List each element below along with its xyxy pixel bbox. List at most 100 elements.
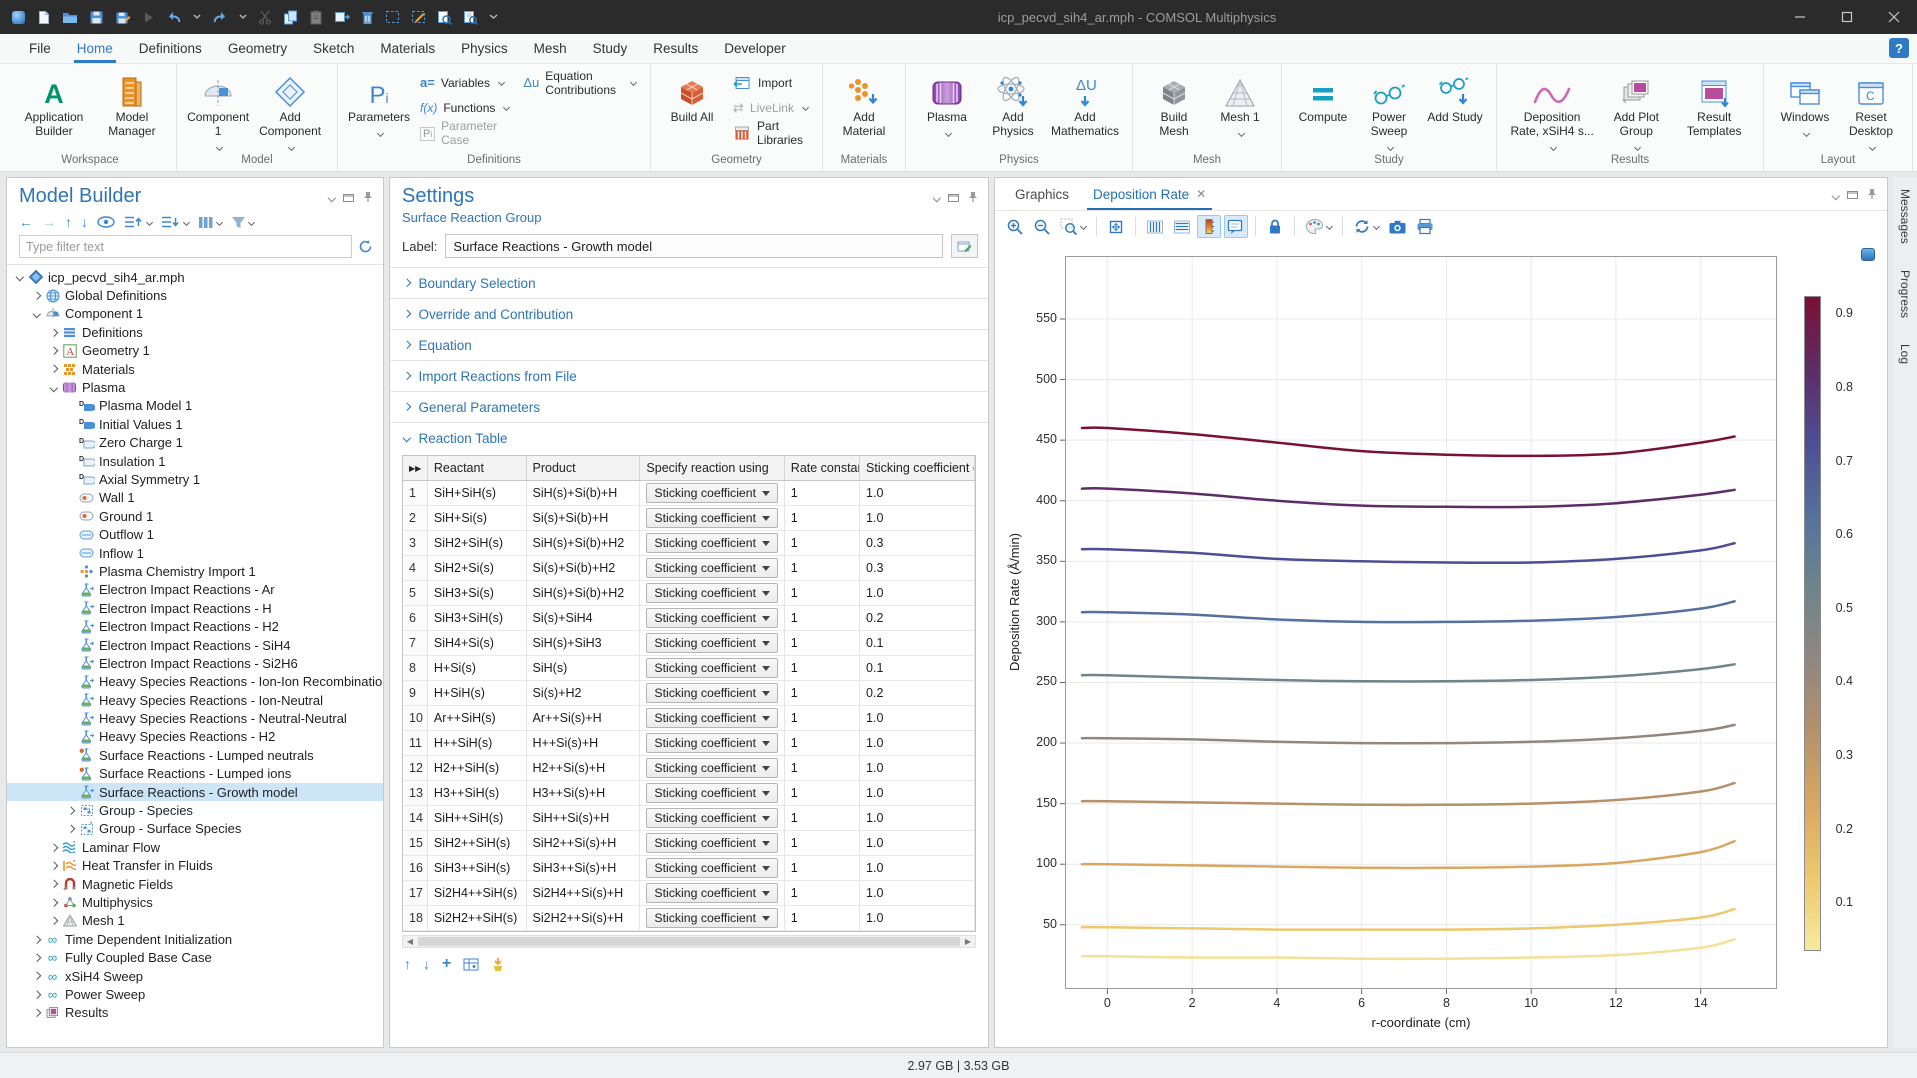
specify-reaction-dropdown[interactable]: Sticking coefficient bbox=[646, 808, 777, 828]
tree-item[interactable]: Plasma Chemistry Import 1 bbox=[7, 562, 383, 580]
reactant-cell[interactable]: H++SiH(s) bbox=[427, 731, 526, 756]
tree-item[interactable]: DPlasma Model 1 bbox=[7, 397, 383, 415]
add-plot-group-button[interactable]: Add Plot Group bbox=[1599, 68, 1673, 148]
equation-contributions-button[interactable]: ΔuEquation Contributions bbox=[519, 70, 640, 95]
tree-item[interactable]: Materials bbox=[7, 360, 383, 378]
zoom-out-button[interactable] bbox=[1030, 215, 1054, 238]
model-manager-button[interactable]: Model Manager bbox=[96, 68, 168, 139]
tree-expander[interactable] bbox=[47, 845, 61, 851]
sticking-coefficient-cell[interactable]: 1.0 bbox=[860, 706, 975, 731]
specify-reaction-dropdown[interactable]: Sticking coefficient bbox=[646, 683, 777, 703]
product-cell[interactable]: H2++Si(s)+H bbox=[526, 756, 640, 781]
lock-axes-button[interactable] bbox=[1263, 215, 1287, 238]
build-mesh-button[interactable]: Build Mesh bbox=[1141, 68, 1207, 139]
open-file-icon[interactable] bbox=[62, 10, 78, 24]
dock-tab-progress[interactable]: Progress bbox=[1898, 266, 1912, 322]
add-mathematics-button[interactable]: ΔUAdd Mathematics bbox=[1046, 68, 1124, 139]
reactant-cell[interactable]: Ar++SiH(s) bbox=[427, 706, 526, 731]
parameter-case-button[interactable]: PiParameter Case bbox=[416, 120, 513, 145]
zoom-extents-button[interactable] bbox=[1104, 215, 1128, 238]
part-libraries-button[interactable]: Part Libraries bbox=[729, 120, 812, 145]
table-row[interactable]: 7SiH4+Si(s)SiH(s)+SiH3Sticking coefficie… bbox=[403, 631, 975, 656]
import-button[interactable]: Import bbox=[729, 70, 812, 95]
tree-item[interactable]: Heavy Species Reactions - Neutral-Neutra… bbox=[7, 709, 383, 727]
rate-constant-cell[interactable]: 1 bbox=[784, 781, 859, 806]
tree-expander[interactable] bbox=[13, 274, 27, 280]
specify-reaction-dropdown[interactable]: Sticking coefficient bbox=[646, 558, 777, 578]
compute-button[interactable]: Compute bbox=[1290, 68, 1356, 125]
specify-reaction-dropdown[interactable]: Sticking coefficient bbox=[646, 708, 777, 728]
plot-area[interactable] bbox=[1065, 256, 1777, 989]
column-header[interactable]: Reactant bbox=[427, 456, 526, 481]
reactant-cell[interactable]: H+SiH(s) bbox=[427, 681, 526, 706]
pin-panel-icon[interactable] bbox=[968, 191, 978, 203]
maximize-button[interactable] bbox=[1823, 0, 1870, 34]
rate-constant-cell[interactable]: 1 bbox=[784, 756, 859, 781]
product-cell[interactable]: SiH(s)+SiH3 bbox=[526, 631, 640, 656]
table-row[interactable]: 5SiH3+Si(s)SiH(s)+Si(b)+H2Sticking coeff… bbox=[403, 581, 975, 606]
sticking-coefficient-cell[interactable]: 1.0 bbox=[860, 781, 975, 806]
build-all-button[interactable]: Build All bbox=[659, 68, 725, 125]
redo-icon[interactable] bbox=[212, 10, 228, 24]
section-boundary-selection[interactable]: Boundary Selection bbox=[390, 267, 988, 298]
sticking-coefficient-cell[interactable]: 0.2 bbox=[860, 681, 975, 706]
product-cell[interactable]: Si(s)+Si(b)+H bbox=[526, 506, 640, 531]
show-icon[interactable] bbox=[97, 216, 115, 228]
product-cell[interactable]: Si2H4++Si(s)+H bbox=[526, 881, 640, 906]
tree-item[interactable]: Mesh 1 bbox=[7, 912, 383, 930]
section-general-parameters[interactable]: General Parameters bbox=[390, 391, 988, 422]
product-cell[interactable]: Si(s)+Si(b)+H2 bbox=[526, 556, 640, 581]
color-palette-button[interactable] bbox=[1302, 215, 1335, 238]
snapshot-camera-button[interactable] bbox=[1385, 215, 1410, 238]
section-reaction-table[interactable]: Reaction Table bbox=[390, 422, 988, 453]
reactant-cell[interactable]: SiH+Si(s) bbox=[427, 506, 526, 531]
move-up-button[interactable]: ↑ bbox=[404, 956, 411, 972]
menu-tab-developer[interactable]: Developer bbox=[711, 34, 799, 63]
product-cell[interactable]: SiH++Si(s)+H bbox=[526, 806, 640, 831]
tree-item[interactable]: Global Definitions bbox=[7, 286, 383, 304]
specify-reaction-dropdown[interactable]: Sticking coefficient bbox=[646, 633, 777, 653]
find-icon[interactable] bbox=[437, 10, 452, 25]
tree-item[interactable]: *Group - Surface Species bbox=[7, 820, 383, 838]
reactant-cell[interactable]: SiH+SiH(s) bbox=[427, 481, 526, 506]
sticking-coefficient-cell[interactable]: 0.2 bbox=[860, 606, 975, 631]
add-material-button[interactable]: Add Material bbox=[831, 68, 897, 139]
sticking-coefficient-cell[interactable]: 0.3 bbox=[860, 556, 975, 581]
menu-tab-physics[interactable]: Physics bbox=[448, 34, 521, 63]
filter-funnel-icon[interactable] bbox=[231, 216, 254, 229]
minimize-button[interactable] bbox=[1776, 0, 1823, 34]
rate-constant-cell[interactable]: 1 bbox=[784, 581, 859, 606]
save-as-icon[interactable] bbox=[115, 10, 131, 25]
menu-tab-geometry[interactable]: Geometry bbox=[215, 34, 300, 63]
rate-constant-cell[interactable]: 1 bbox=[784, 706, 859, 731]
tree-item[interactable]: DAxial Symmetry 1 bbox=[7, 470, 383, 488]
sticking-coefficient-cell[interactable]: 1.0 bbox=[860, 831, 975, 856]
add-physics-button[interactable]: Add Physics bbox=[980, 68, 1046, 139]
rate-constant-cell[interactable]: 1 bbox=[784, 831, 859, 856]
rate-constant-cell[interactable]: 1 bbox=[784, 506, 859, 531]
specify-reaction-dropdown[interactable]: Sticking coefficient bbox=[646, 533, 777, 553]
tree-expander[interactable] bbox=[30, 973, 44, 979]
menu-tab-home[interactable]: Home bbox=[64, 34, 126, 63]
mesh-1-button[interactable]: Mesh 1 bbox=[1207, 68, 1273, 134]
reactant-cell[interactable]: SiH3++SiH(s) bbox=[427, 856, 526, 881]
clear-box-icon[interactable] bbox=[411, 10, 426, 24]
parameters-button[interactable]: PiParameters bbox=[346, 68, 412, 134]
menu-tab-definitions[interactable]: Definitions bbox=[126, 34, 215, 63]
tree-item[interactable]: ∞Time Dependent Initialization bbox=[7, 930, 383, 948]
app-builder-button[interactable]: AApplication Builder bbox=[12, 68, 96, 139]
tree-expander[interactable] bbox=[47, 900, 61, 906]
plasma-button[interactable]: Plasma bbox=[914, 68, 980, 134]
specify-reaction-dropdown[interactable]: Sticking coefficient bbox=[646, 783, 777, 803]
column-header[interactable]: Rate constant bbox=[784, 456, 859, 481]
rate-constant-cell[interactable]: 1 bbox=[784, 481, 859, 506]
reactant-cell[interactable]: SiH2+Si(s) bbox=[427, 556, 526, 581]
result-templates-button[interactable]: Result Templates bbox=[1673, 68, 1755, 139]
reactant-cell[interactable]: Si2H4++SiH(s) bbox=[427, 881, 526, 906]
tree-item[interactable]: Group - Species bbox=[7, 801, 383, 819]
tree-item[interactable]: Ground 1 bbox=[7, 507, 383, 525]
print-button[interactable] bbox=[1413, 215, 1437, 238]
component-button[interactable]: Component 1 bbox=[185, 68, 251, 148]
cut-icon[interactable] bbox=[258, 10, 272, 25]
overflow-chevron-icon[interactable] bbox=[489, 14, 498, 20]
